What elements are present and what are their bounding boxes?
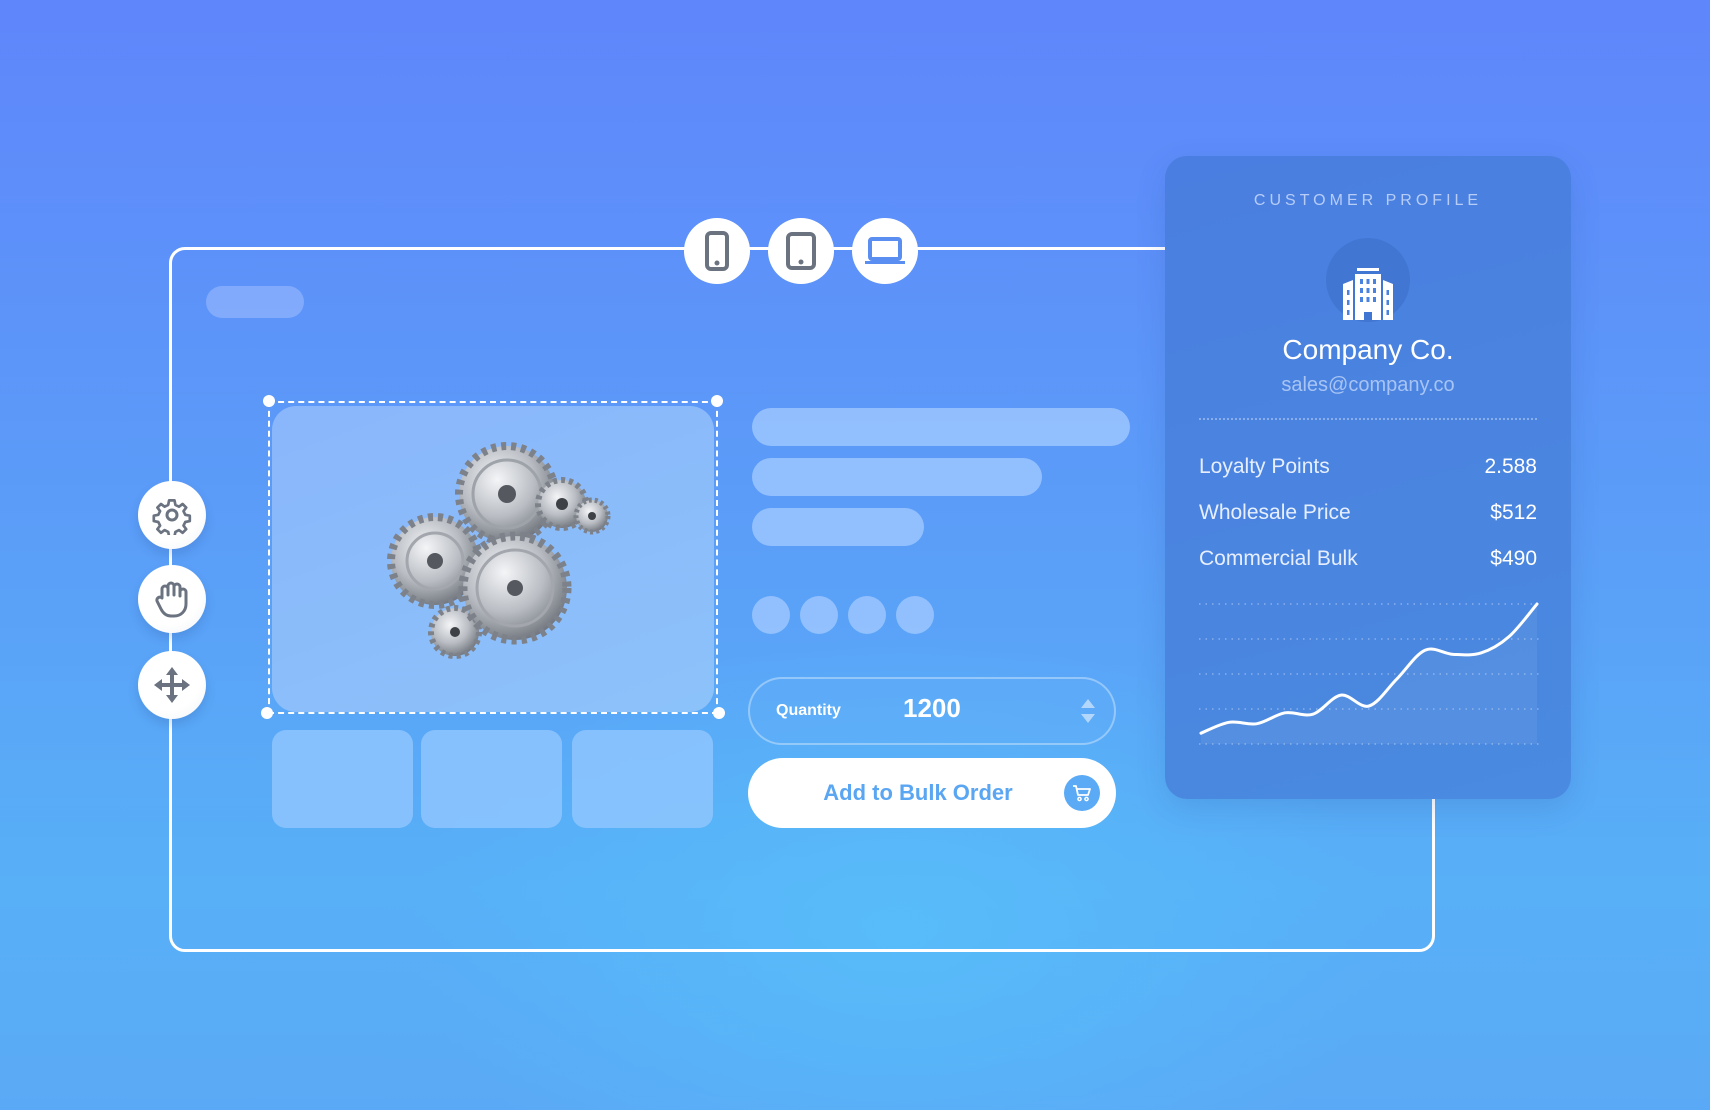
building-icon <box>1343 268 1393 320</box>
option-swatch-2[interactable] <box>800 596 838 634</box>
quantity-label: Quantity <box>776 702 841 719</box>
customer-profile-card: CUSTOMER PROFILE Company Co. sales@compa… <box>1165 156 1571 799</box>
selection-box <box>268 401 718 714</box>
device-tablet-button[interactable] <box>768 218 834 284</box>
resize-handle-top-right[interactable] <box>711 395 723 407</box>
trend-chart <box>1199 602 1539 745</box>
add-to-bulk-order-label: Add to Bulk Order <box>823 780 1013 805</box>
gear-icon <box>152 499 192 535</box>
product-price-placeholder <box>752 508 924 546</box>
add-to-bulk-order-button[interactable]: Add to Bulk Order <box>748 758 1116 828</box>
quantity-stepper-icon[interactable] <box>1080 697 1096 725</box>
profile-divider <box>1199 418 1537 420</box>
stat-row-loyalty-points: Loyalty Points 2.588 <box>1199 455 1537 485</box>
stat-label: Wholesale Price <box>1199 501 1351 524</box>
laptop-icon <box>865 237 905 264</box>
company-name: Company Co. <box>1282 334 1454 365</box>
smartphone-icon <box>705 231 729 271</box>
quantity-field[interactable]: Quantity 1200 <box>748 677 1116 745</box>
thumbnail-2[interactable] <box>421 730 562 828</box>
resize-handle-bottom-left[interactable] <box>261 707 273 719</box>
hand-icon <box>155 581 188 618</box>
profile-title: CUSTOMER PROFILE <box>1253 192 1483 209</box>
cart-icon-badge <box>1064 775 1100 811</box>
move-tool-button[interactable] <box>138 651 206 719</box>
stat-value: $490 <box>1490 547 1537 570</box>
option-swatch-4[interactable] <box>896 596 934 634</box>
thumbnail-3[interactable] <box>572 730 713 828</box>
settings-tool-button[interactable] <box>138 481 206 549</box>
quantity-value[interactable]: 1200 <box>903 693 961 724</box>
title-placeholder <box>206 286 304 318</box>
stat-label: Commercial Bulk <box>1199 547 1358 570</box>
stat-value: 2.588 <box>1484 455 1537 478</box>
resize-handle-bottom-right[interactable] <box>713 707 725 719</box>
product-title-placeholder <box>752 408 1130 446</box>
stat-value: $512 <box>1490 501 1537 524</box>
stat-row-wholesale-price: Wholesale Price $512 <box>1199 501 1537 531</box>
move-arrows-icon <box>154 667 190 703</box>
cart-icon <box>1073 785 1091 802</box>
product-subtitle-placeholder <box>752 458 1042 496</box>
resize-handle-top-left[interactable] <box>263 395 275 407</box>
device-desktop-button[interactable] <box>852 218 918 284</box>
grab-tool-button[interactable] <box>138 565 206 633</box>
tablet-icon <box>786 232 816 270</box>
option-swatch-1[interactable] <box>752 596 790 634</box>
company-email[interactable]: sales@company.co <box>1165 374 1571 397</box>
stat-label: Loyalty Points <box>1199 455 1330 478</box>
stat-row-commercial-bulk: Commercial Bulk $490 <box>1199 547 1537 577</box>
thumbnail-1[interactable] <box>272 730 413 828</box>
option-swatch-3[interactable] <box>848 596 886 634</box>
device-mobile-button[interactable] <box>684 218 750 284</box>
